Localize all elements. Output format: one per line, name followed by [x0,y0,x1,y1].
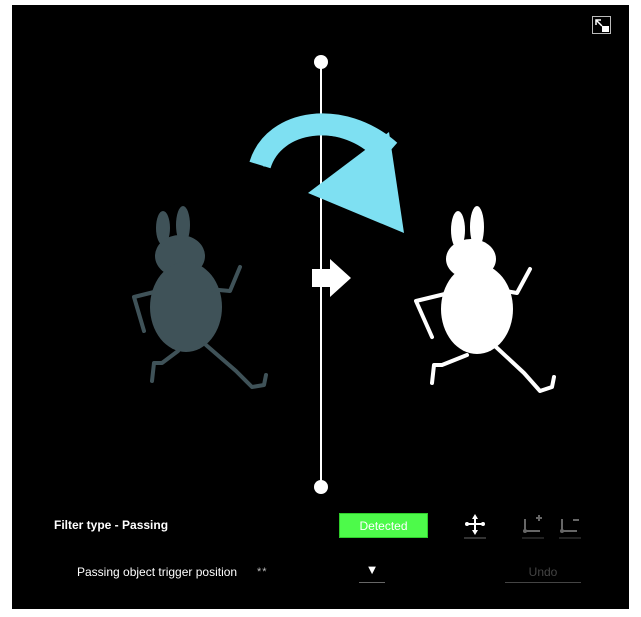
object-after-figure [414,206,556,393]
move-line-button[interactable] [462,511,488,539]
detected-status-badge: Detected [339,513,428,538]
detection-preview [132,55,556,494]
add-point-button [520,511,546,539]
passing-direction-arrow-icon [249,113,404,233]
expand-icon [595,19,609,32]
trigger-position-value: ** [257,566,268,578]
expand-button[interactable] [592,16,611,34]
add-point-icon [522,515,544,539]
move-line-icon [464,514,486,539]
undo-button: Undo [505,561,581,583]
trigger-position-label: Passing object trigger position [77,565,238,579]
remove-point-icon [559,519,581,539]
direction-arrow[interactable] [312,259,351,297]
trigger-position-dropdown[interactable]: ▼ [359,561,385,583]
detection-settings-panel: Filter type - Passing Detected Passing o… [12,5,629,609]
filter-type-label: Filter type - Passing [54,518,169,532]
remove-point-button [557,511,583,539]
object-before-figure [132,206,268,389]
line-start-handle[interactable] [314,55,328,69]
line-end-handle[interactable] [314,480,328,494]
